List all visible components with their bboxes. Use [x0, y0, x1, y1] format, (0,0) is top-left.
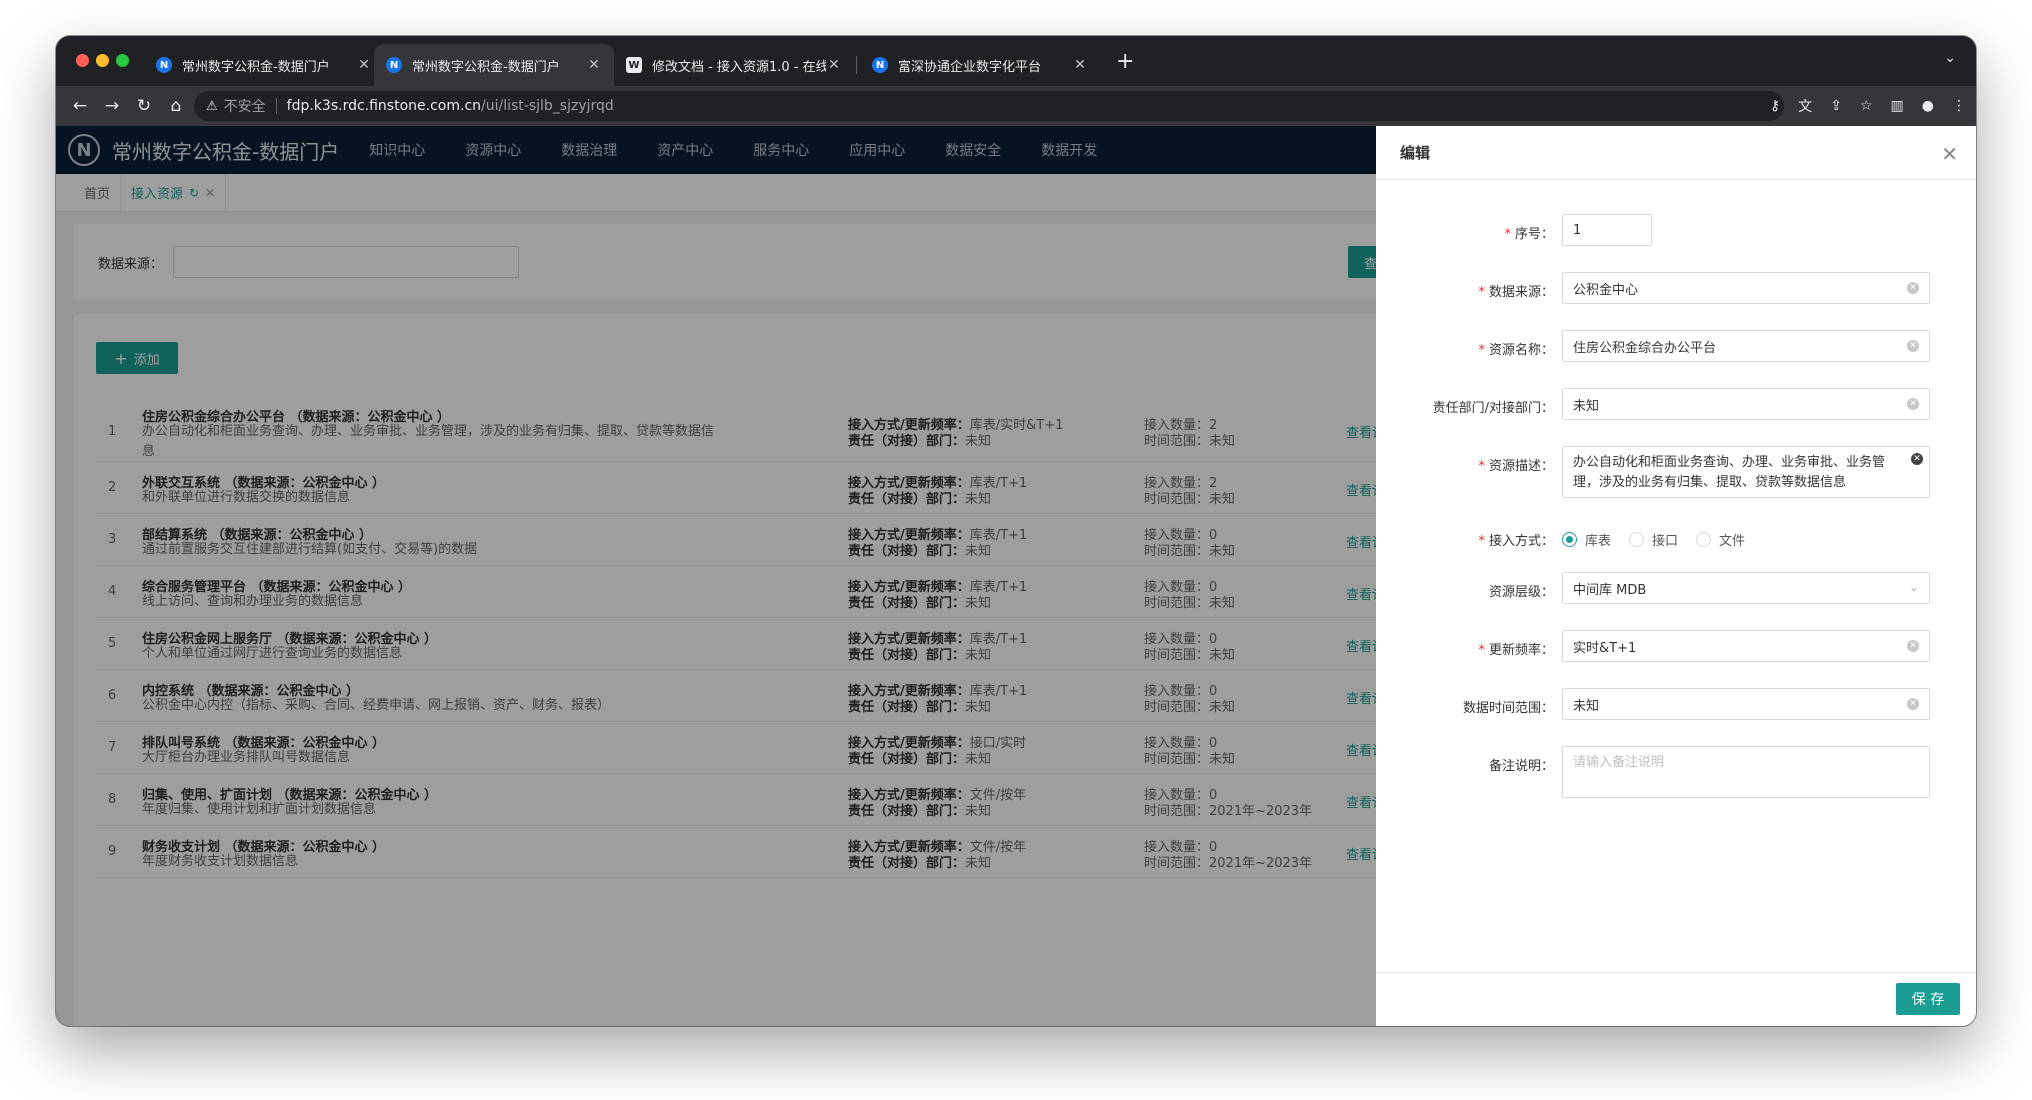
- close-window-button[interactable]: [76, 54, 89, 67]
- chevron-down-icon: ⌄: [1908, 580, 1919, 594]
- edit-drawer: 编辑 ✕ * 序号： 1 * 数据来源： 公积金中心 ✕ * 资源名称： 住房公积金综合…: [1376, 126, 1976, 1026]
- translate-icon[interactable]: 文: [1798, 96, 1812, 116]
- toolbar-actions: ⚷ 文 ⇪ ☆ ▥ ● ⋮: [1770, 86, 1966, 126]
- tab-title: 常州数字公积金-数据门户: [412, 59, 560, 75]
- range-label: 数据时间范围：: [1462, 701, 1554, 716]
- key-icon[interactable]: ⚷: [1770, 98, 1780, 114]
- clear-icon[interactable]: ✕: [1907, 340, 1919, 352]
- profile-icon[interactable]: ●: [1922, 98, 1934, 114]
- source-label: * 数据来源：: [1478, 285, 1554, 300]
- range-input[interactable]: 未知 ✕: [1562, 688, 1930, 720]
- source-input[interactable]: 公积金中心 ✕: [1562, 272, 1930, 304]
- seq-label: * 序号：: [1504, 227, 1554, 242]
- tab-strip: N 常州数字公积金-数据门户 ✕ N 常州数字公积金-数据门户 ✕ W 修改文档…: [56, 36, 1976, 86]
- warning-icon: ⚠: [206, 98, 218, 114]
- tab-search-chevron-icon[interactable]: ⌄: [1944, 50, 1956, 66]
- freq-input[interactable]: 实时&T+1 ✕: [1562, 630, 1930, 662]
- name-label: * 资源名称：: [1478, 343, 1554, 358]
- resource-name-input[interactable]: 住房公积金综合办公平台 ✕: [1562, 330, 1930, 362]
- address-bar[interactable]: ⚠ 不安全 fdp.k3s.rdc.finstone.com.cn /ui/li…: [194, 91, 1784, 121]
- minimize-window-button[interactable]: [96, 54, 109, 67]
- browser-tab-4[interactable]: N 富深协通企业数字化平台 ✕: [860, 44, 1100, 86]
- browser-tab-2[interactable]: N 常州数字公积金-数据门户 ✕: [374, 44, 614, 86]
- desc-textarea[interactable]: 办公自动化和柜面业务查询、办理、业务审批、业务管理，涉及的业务有归集、提取、贷款…: [1562, 446, 1930, 498]
- new-tab-icon[interactable]: +: [1116, 51, 1134, 73]
- drawer-title: 编辑: [1376, 126, 1976, 180]
- close-tab-icon[interactable]: ✕: [826, 57, 842, 73]
- bookmark-star-icon[interactable]: ☆: [1860, 98, 1873, 114]
- close-tab-icon[interactable]: ✕: [1072, 57, 1088, 73]
- close-tab-icon[interactable]: ✕: [586, 57, 602, 73]
- forward-arrow-icon[interactable]: →: [96, 96, 128, 116]
- desc-label: * 资源描述：: [1478, 459, 1554, 474]
- tab-title: 常州数字公积金-数据门户: [182, 59, 330, 75]
- url-host: fdp.k3s.rdc.finstone.com.cn: [286, 98, 482, 114]
- url-path: /ui/list-sjlb_sjzyjrqd: [481, 98, 614, 114]
- security-label: 不安全: [223, 99, 266, 115]
- browser-toolbar: ← → ↻ ⌂ ⚠ 不安全 fdp.k3s.rdc.finstone.com.c…: [56, 86, 1976, 126]
- dept-label: 责任部门/对接部门：: [1432, 401, 1554, 416]
- method-label: * 接入方式：: [1478, 534, 1554, 549]
- portal-favicon-icon: N: [156, 57, 172, 73]
- portal-favicon-icon: N: [386, 57, 402, 73]
- method-radio-group: 库表 接口 文件: [1562, 530, 1745, 549]
- save-button[interactable]: 保 存: [1896, 983, 1960, 1015]
- remark-textarea[interactable]: 请输入备注说明: [1562, 746, 1930, 798]
- radio-api[interactable]: 接口: [1629, 530, 1678, 549]
- level-select[interactable]: 中间库 MDB ⌄: [1562, 572, 1930, 604]
- level-label: 资源层级：: [1488, 585, 1554, 600]
- document-favicon-icon: W: [626, 57, 642, 73]
- drawer-footer: 保 存: [1376, 972, 1976, 1026]
- reload-icon[interactable]: ↻: [128, 96, 160, 116]
- web-page: N 常州数字公积金-数据门户 知识中心 资源中心 数据治理 资产中心 服务中心 …: [56, 126, 1976, 1026]
- radio-table[interactable]: 库表: [1562, 530, 1611, 549]
- seq-input[interactable]: 1: [1562, 214, 1652, 246]
- browser-tab-1[interactable]: N 常州数字公积金-数据门户 ✕: [144, 44, 384, 86]
- home-icon[interactable]: ⌂: [160, 96, 192, 116]
- freq-label: * 更新频率：: [1478, 643, 1554, 658]
- radio-file[interactable]: 文件: [1696, 530, 1745, 549]
- divider: [275, 98, 277, 114]
- browser-window: N 常州数字公积金-数据门户 ✕ N 常州数字公积金-数据门户 ✕ W 修改文档…: [56, 36, 1976, 1026]
- back-arrow-icon[interactable]: ←: [64, 96, 96, 116]
- tab-separator: [856, 56, 857, 74]
- platform-favicon-icon: N: [872, 57, 888, 73]
- share-icon[interactable]: ⇪: [1830, 98, 1842, 114]
- clear-icon[interactable]: ✕: [1907, 282, 1919, 294]
- more-menu-icon[interactable]: ⋮: [1952, 98, 1966, 114]
- clear-icon[interactable]: ✕: [1907, 698, 1919, 710]
- remark-label: 备注说明：: [1488, 759, 1554, 774]
- side-panel-icon[interactable]: ▥: [1891, 98, 1904, 114]
- maximize-window-button[interactable]: [116, 54, 129, 67]
- clear-icon[interactable]: ✕: [1907, 640, 1919, 652]
- tab-title: 修改文档 - 接入资源1.0 - 在线文: [652, 59, 826, 75]
- close-tab-icon[interactable]: ✕: [356, 57, 372, 73]
- close-icon[interactable]: ✕: [1941, 142, 1958, 166]
- clear-icon[interactable]: ✕: [1907, 398, 1919, 410]
- tab-title: 富深协通企业数字化平台: [898, 59, 1042, 75]
- browser-tab-3[interactable]: W 修改文档 - 接入资源1.0 - 在线文 ✕: [614, 44, 854, 86]
- dept-input[interactable]: 未知 ✕: [1562, 388, 1930, 420]
- clear-icon[interactable]: ✕: [1911, 453, 1923, 465]
